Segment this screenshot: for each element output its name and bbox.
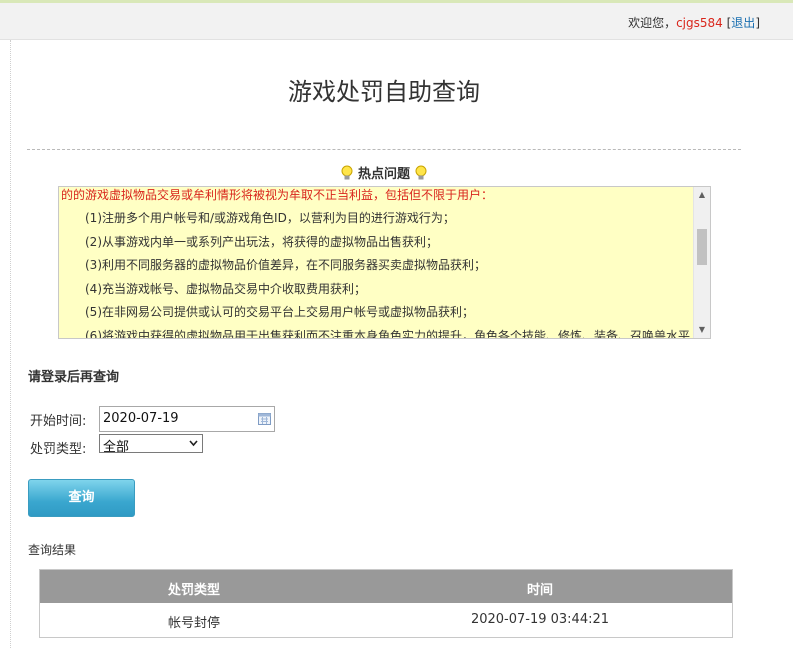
- result-time-cell: 2020-07-19 03:44:21: [470, 612, 610, 627]
- query-button[interactable]: 查询: [28, 479, 135, 517]
- title-divider: [27, 149, 741, 150]
- hot-issue-item: (3)利用不同服务器的虚拟物品价值差异，在不同服务器买卖虚拟物品获利；: [85, 258, 487, 272]
- username: cjgs584: [676, 16, 723, 30]
- welcome-text: 欢迎您，: [628, 16, 677, 30]
- scroll-thumb[interactable]: [697, 229, 707, 265]
- column-header-time: 时间: [526, 583, 553, 598]
- penalty-type-value: 全部: [103, 440, 130, 455]
- start-time-label: 开始时间:: [30, 414, 87, 429]
- start-time-value: 2020-07-19: [103, 411, 179, 426]
- column-header-type: 处罚类型: [167, 583, 220, 598]
- hot-issue-item: (5)在非网易公司提供或认可的交易平台上交易用户帐号或虚拟物品获利；: [85, 305, 475, 319]
- logout-bracket-close: ]: [755, 16, 760, 30]
- results-table-header: 处罚类型 时间: [40, 570, 732, 603]
- lightbulb-icon: [415, 165, 427, 181]
- hot-issues-title: 热点问题: [357, 167, 410, 182]
- results-table: 处罚类型 时间 帐号封停 2020-07-19 03:44:21: [39, 569, 733, 638]
- lightbulb-icon: [341, 165, 353, 181]
- penalty-type-label: 处罚类型:: [30, 442, 87, 457]
- hot-issue-item: (2)从事游戏内单一或系列产出玩法，将获得的虚拟物品出售获利；: [85, 234, 439, 249]
- scroll-down-arrow-icon[interactable]: ▼: [694, 322, 710, 338]
- result-type-cell: 帐号封停: [167, 616, 220, 631]
- results-title: 查询结果: [28, 543, 77, 557]
- left-dotted-rule: [10, 40, 11, 648]
- hot-issue-item: (1)注册多个用户帐号和/或游戏角色ID，以营利为目的进行游戏行为；: [85, 211, 455, 225]
- table-row: 帐号封停 2020-07-19 03:44:21: [40, 603, 732, 637]
- hot-issues-intro: 的的游戏虚拟物品交易或牟利情形将被视为牟取不正当利益，包括但不限于用户：: [61, 188, 494, 202]
- chevron-down-icon: [189, 440, 198, 447]
- hot-issues-box[interactable]: 的的游戏虚拟物品交易或牟利情形将被视为牟取不正当利益，包括但不限于用户： (1)…: [58, 186, 711, 339]
- user-info: 欢迎您，cjgs584 [退出]: [628, 14, 760, 31]
- hot-issue-item: (4)充当游戏帐号、虚拟物品交易中介收取费用获利；: [85, 281, 367, 296]
- calendar-icon[interactable]: [258, 412, 271, 425]
- hot-issues-heading: 热点问题: [0, 163, 768, 182]
- start-time-input[interactable]: 2020-07-19: [99, 406, 275, 432]
- hot-issue-item: (6)将游戏中获得的虚拟物品用于出售获利而不注重本身角色实力的提升，角色各个技能…: [85, 328, 691, 339]
- logout-link[interactable]: 退出: [731, 16, 755, 30]
- top-bar: 欢迎您，cjgs584 [退出]: [0, 3, 793, 40]
- hot-issues-content: 的的游戏虚拟物品交易或牟利情形将被视为牟取不正当利益，包括但不限于用户： (1)…: [59, 187, 693, 339]
- penalty-type-select[interactable]: 全部: [99, 434, 203, 455]
- login-hint: 请登录后再查询: [28, 370, 120, 385]
- hot-issues-scrollbar[interactable]: ▲ ▼: [693, 187, 710, 338]
- scroll-up-arrow-icon[interactable]: ▲: [694, 187, 710, 203]
- page-title: 游戏处罚自助查询: [288, 78, 480, 106]
